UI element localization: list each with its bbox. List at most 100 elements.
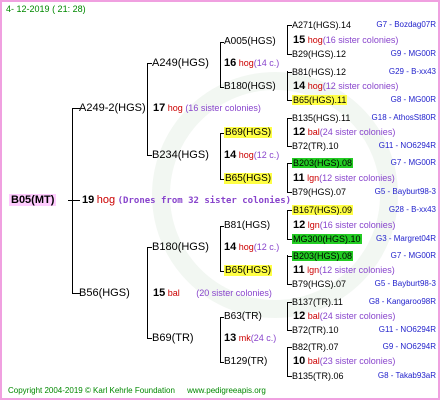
node-name: B72(TR).10 — [292, 141, 339, 151]
gen4-node: B72(TR).10 — [292, 324, 339, 336]
connector — [220, 133, 221, 180]
node-hog: hog — [238, 58, 254, 68]
node-hog: hog — [307, 35, 323, 45]
node-name: B81(HGS).12 — [292, 67, 347, 77]
connector — [287, 302, 288, 330]
node-hog: lgn — [307, 173, 320, 183]
header-date: 4- 12-2019 — [6, 4, 50, 14]
node-hog: hog — [307, 81, 323, 91]
node-hog: lgn — [307, 265, 320, 275]
gen3-detail-0: 15 hog(16 sister colonies) — [293, 34, 398, 46]
footer-url: www.pedigreeapis.org — [187, 386, 266, 395]
gen4-node: B167(HGS).09 — [292, 204, 354, 216]
footer-copyright: Copyright 2004-2019 © Karl Kehrle Founda… — [8, 386, 175, 395]
gen4-tag: G7 - MG00R — [390, 251, 436, 260]
gen2-node-3: B69(TR) — [152, 332, 194, 344]
node-desc: (20 sister colonies) — [196, 288, 272, 298]
node-name: B79(HGS).07 — [292, 187, 347, 197]
gen2-detail-3: 13 mk(24 c.) — [224, 332, 276, 344]
connector — [220, 226, 221, 272]
root-name: B05(MT) — [9, 194, 57, 206]
node-name: B72(TR).10 — [292, 325, 339, 335]
node-desc: (12 sister colonies) — [319, 265, 395, 275]
header-datetime: 4- 12-2019 ( 21: 28) — [6, 3, 86, 15]
gen4-tag: G18 - AthosSt80R — [371, 113, 436, 122]
connector — [147, 247, 148, 339]
node-hog: bal — [307, 356, 320, 366]
connector — [220, 42, 221, 88]
gen1-node-1: B56(HGS) — [79, 287, 130, 299]
gen3-detail-5: 11 lgn(12 sister colonies) — [293, 264, 395, 276]
gen1-detail-1: 15 bal (20 sister colonies) — [153, 287, 272, 299]
node-desc: (12 sister colonies) — [319, 173, 395, 183]
node-num: 14 — [224, 241, 237, 253]
gen4-tag: G11 - NO6294R — [378, 325, 436, 334]
gen3-node-6: B63(TR) — [224, 311, 262, 323]
gen4-tag: G9 - NO6294R — [382, 342, 436, 351]
node-name: A249(HGS) — [152, 57, 209, 69]
gen4-tag: G8 - MG00R — [390, 95, 436, 104]
gen3-node-7: B129(TR) — [224, 356, 267, 368]
gen4-tag: G7 - Bozdag07R — [376, 20, 436, 29]
connector — [72, 108, 73, 294]
gen3-detail-6: 12 bal(24 sister colonies) — [293, 310, 395, 322]
node-name: B65(HGS) — [224, 265, 273, 276]
node-hog: bal — [167, 288, 180, 298]
connector — [220, 317, 221, 363]
node-name: A271(HGS).14 — [292, 20, 352, 30]
node-hog: bal — [307, 127, 320, 137]
gen4-node: B79(HGS).07 — [292, 278, 346, 290]
node-name: B63(TR) — [224, 311, 262, 322]
gen4-tag: G9 - MG00R — [390, 49, 436, 58]
connector — [287, 163, 288, 192]
gen4-node: B82(TR).07 — [292, 341, 339, 353]
node-name: B69(HGS) — [224, 127, 273, 138]
gen4-tag: G3 - Margret04R — [375, 234, 436, 243]
node-name: B69(TR) — [152, 332, 194, 344]
gen2-node-0: A249(HGS) — [152, 57, 209, 69]
node-num: 15 — [153, 287, 166, 299]
gen4-tag: G7 - MG00R — [390, 158, 436, 167]
connector — [287, 71, 288, 100]
header-time: ( 21: 28) — [52, 4, 86, 14]
gen4-tag: G5 - Bayburt98-3 — [374, 187, 436, 196]
node-desc: (14 c.) — [253, 58, 280, 68]
node-num: 14 — [293, 80, 306, 92]
node-desc: (16 sister colonies) — [322, 35, 399, 45]
node-hog: hog — [238, 242, 254, 252]
gen4-node: B137(TR).11 — [292, 296, 343, 308]
node-name: A249-2(HGS) — [79, 102, 146, 114]
node-hog: mk — [238, 333, 251, 343]
root-desc: (Drones from 32 sister colonies) — [117, 196, 292, 206]
node-hog: lgn — [307, 220, 320, 230]
gen3-detail-2: 12 bal(24 sister colonies) — [293, 126, 395, 138]
gen3-detail-4: 12 lgn(16 sister colonies) — [293, 219, 395, 231]
gen1-node-0: A249-2(HGS) — [79, 102, 146, 114]
gen4-node: B135(HGS).11 — [292, 112, 350, 124]
node-desc: (16 sister colonies) — [185, 103, 261, 113]
node-name: B203(HGS).08 — [292, 251, 354, 261]
pedigree-diagram: 4- 12-2019 ( 21: 28) B05(MT) 19 hog (Dro… — [0, 0, 440, 400]
node-name: MG300(HGS).10 — [292, 234, 362, 244]
gen3-detail-7: 10 bal(23 sister colonies) — [293, 355, 395, 367]
gen3-node-0: A005(HGS) — [224, 36, 276, 48]
gen4-node: B65(HGS).11 — [292, 94, 348, 106]
connector — [287, 347, 288, 376]
node-name: B135(TR).06 — [292, 371, 344, 381]
connector — [287, 255, 288, 284]
node-name: B65(HGS).11 — [292, 95, 348, 105]
node-name: A005(HGS) — [224, 36, 276, 47]
gen2-node-2: B180(HGS) — [152, 241, 209, 253]
connector — [287, 118, 288, 146]
node-name: B29(HGS).12 — [292, 49, 347, 59]
gen2-node-1: B234(HGS) — [152, 149, 209, 161]
node-name: B56(HGS) — [79, 287, 130, 299]
node-desc: (24 sister colonies) — [319, 311, 396, 321]
node-desc: (12 c.) — [253, 150, 280, 160]
connector — [68, 200, 80, 201]
node-desc: (24 c.) — [250, 333, 277, 343]
node-name: B79(HGS).07 — [292, 279, 347, 289]
node-num: 16 — [224, 57, 237, 69]
gen4-tag: G8 - Takab93aR — [377, 371, 436, 380]
node-desc: (24 sister colonies) — [319, 127, 396, 137]
